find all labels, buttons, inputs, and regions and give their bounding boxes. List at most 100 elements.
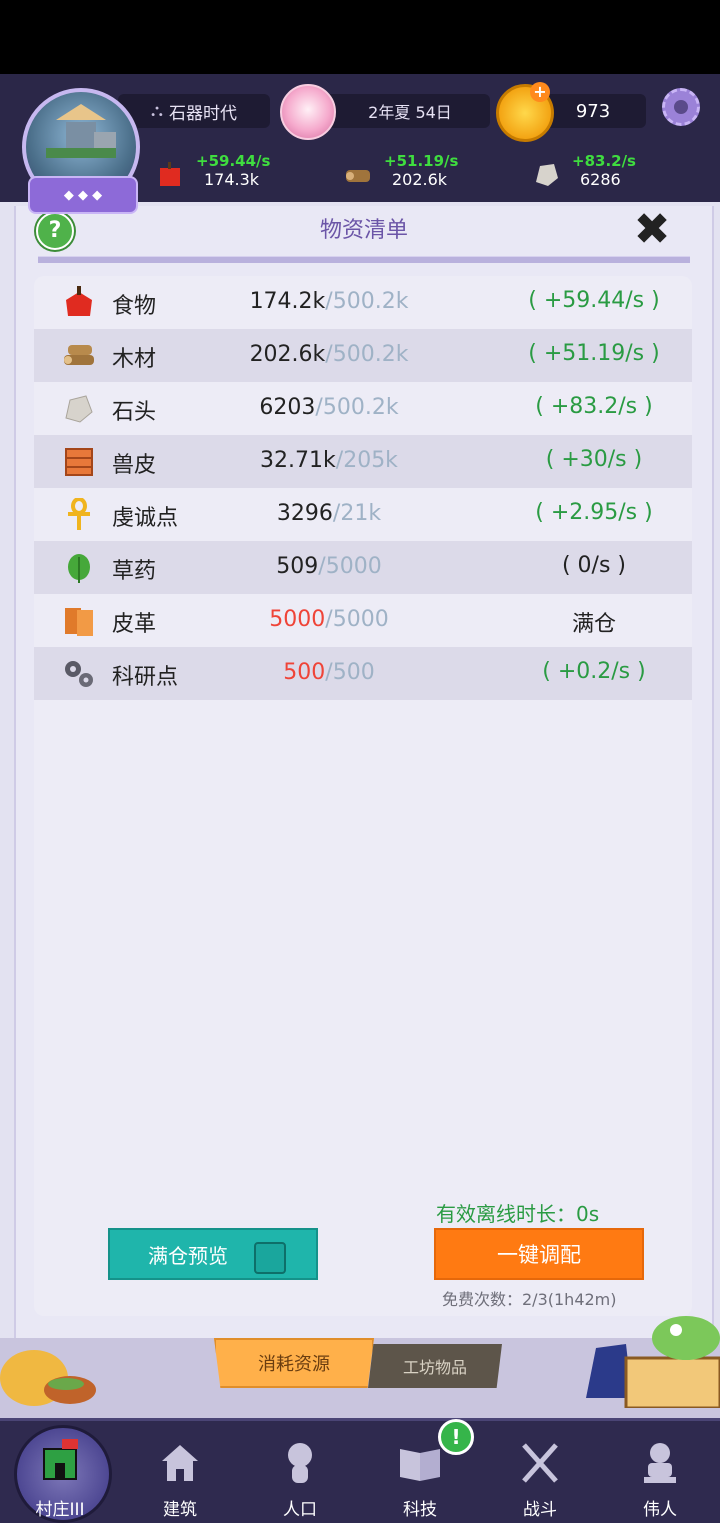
hud-food-rate: +59.44/s — [196, 152, 271, 170]
resource-name: 科研点 — [112, 665, 179, 690]
offline-duration: 有效离线时长：0s — [436, 1202, 600, 1226]
resource-cap: /5000 — [318, 554, 382, 579]
resource-row-food: 食物 174.2k/500.2k ( +59.44/s ) — [34, 276, 692, 329]
resource-rate: 满仓 — [571, 612, 616, 637]
wood-icon — [346, 170, 370, 182]
tab-bar: 消耗资源 工坊物品 — [0, 1316, 720, 1418]
full-preview-button[interactable]: 满仓预览 — [108, 1228, 318, 1280]
resource-current: 32.71k — [260, 448, 336, 473]
coin-count: 973 — [575, 100, 611, 122]
resource-cap: /500.2k — [325, 289, 409, 314]
resource-row-hide: 兽皮 32.71k/205k ( +30/s ) — [34, 435, 692, 488]
book-icon — [400, 1449, 440, 1481]
one-click-dispatch-button[interactable]: 一键调配 — [434, 1228, 644, 1280]
resource-rate: ( +0.2/s ) — [542, 659, 646, 684]
hud-food-amount: 174.3k — [204, 170, 260, 189]
nav-village[interactable]: 村庄III — [0, 1421, 120, 1523]
hud-resource-stone[interactable]: +83.2/s 6286 — [526, 150, 706, 196]
hud-resource-wood[interactable]: +51.19/s 202.6k — [338, 150, 518, 196]
resource-row-stone: 石头 6203/500.2k ( +83.2/s ) — [34, 382, 692, 435]
person-icon — [288, 1443, 312, 1483]
dispatch-label: 一键调配 — [497, 1243, 581, 1267]
resource-rate: ( +83.2/s ) — [535, 394, 653, 419]
resource-amount: 500/500 — [224, 660, 434, 685]
nav-great-people[interactable]: 伟人 — [600, 1421, 720, 1523]
technology-alert-badge: ! — [438, 1419, 474, 1455]
hud-stone-rate: +83.2/s — [572, 152, 636, 170]
status-bar — [0, 0, 720, 74]
resource-amount: 3296/21k — [224, 501, 434, 526]
nav-label: 人口 — [283, 1500, 317, 1520]
resource-name: 虔诚点 — [112, 506, 179, 531]
apple-icon — [160, 162, 180, 186]
resource-table: 食物 174.2k/500.2k ( +59.44/s ) 木材 202.6k/… — [34, 276, 692, 1316]
resource-name: 草药 — [112, 559, 157, 584]
inventory-panel: ? 物资清单 ✖ 食物 174.2k/500.2k ( +59.44/s ) 木… — [14, 206, 714, 1338]
nav-label: 科技 — [403, 1500, 437, 1520]
resource-amount: 5000/5000 — [224, 607, 434, 632]
nav-label: 建筑 — [163, 1500, 197, 1520]
treasure-pile-icon — [0, 1350, 96, 1406]
top-hud: ◆ ◆ ◆ ⛬ 石器时代 2年夏 54日 + 973 +59.44/s 174.… — [0, 74, 720, 214]
village-avatar[interactable]: ◆ ◆ ◆ — [22, 88, 140, 214]
wood-icon — [64, 345, 94, 365]
hud-resource-food[interactable]: +59.44/s 174.3k — [150, 150, 330, 196]
date-label: 2年夏 54日 — [368, 103, 452, 122]
resource-rate: ( +59.44/s ) — [528, 288, 660, 313]
resource-amount: 32.71k/205k — [224, 448, 434, 473]
resource-cap: /500.2k — [315, 395, 399, 420]
hud-wood-rate: +51.19/s — [384, 152, 459, 170]
resource-name: 兽皮 — [112, 453, 157, 478]
resource-name: 皮革 — [112, 612, 157, 637]
panel-title: 物资清单 — [319, 218, 408, 243]
stone-icon — [536, 164, 558, 186]
hud-wood-amount: 202.6k — [392, 170, 448, 189]
lotus-icon[interactable] — [280, 84, 336, 140]
resource-name: 食物 — [112, 294, 157, 319]
tab-workshop-label: 工坊物品 — [402, 1358, 467, 1377]
nav-label: 村庄III — [35, 1500, 85, 1520]
stone-icon — [65, 395, 93, 423]
bust-icon — [644, 1443, 676, 1483]
tab-consume-label: 消耗资源 — [258, 1354, 330, 1375]
resource-amount: 174.2k/500.2k — [224, 289, 434, 314]
resource-current: 500 — [283, 660, 326, 685]
resource-cap: /21k — [332, 501, 382, 526]
tab-workshop-items[interactable]: 工坊物品 — [368, 1344, 502, 1388]
resource-current: 202.6k — [249, 342, 326, 367]
herb-icon — [68, 554, 90, 583]
nav-buildings[interactable]: 建筑 — [120, 1421, 240, 1523]
full-preview-checkbox[interactable] — [254, 1242, 286, 1274]
resource-cap: /5000 — [325, 607, 389, 632]
nav-population[interactable]: 人口 — [240, 1421, 360, 1523]
hide-icon — [65, 448, 93, 476]
apple-icon — [66, 286, 92, 316]
settings-gear-icon[interactable] — [662, 88, 700, 126]
leather-icon — [65, 608, 93, 636]
resource-cap: /205k — [335, 448, 398, 473]
resource-current: 3296 — [276, 501, 333, 526]
close-button[interactable]: ✖ — [630, 208, 674, 252]
resource-current: 174.2k — [249, 289, 326, 314]
gears-icon — [65, 661, 93, 687]
add-coin-icon[interactable]: + — [530, 82, 550, 102]
resource-row-piety: 虔诚点 3296/21k ( +2.95/s ) — [34, 488, 692, 541]
tab-consume-resources[interactable]: 消耗资源 — [214, 1338, 374, 1388]
resource-amount: 202.6k/500.2k — [224, 342, 434, 367]
resource-amount: 509/5000 — [224, 554, 434, 579]
nav-label: 伟人 — [643, 1500, 677, 1520]
avatar-ribbon: ◆ ◆ ◆ — [28, 176, 138, 214]
hud-stone-amount: 6286 — [580, 170, 621, 189]
ankh-icon — [68, 498, 90, 530]
era-pill[interactable]: ⛬ 石器时代 — [118, 94, 270, 128]
resource-row-leather: 皮革 5000/5000 满仓 — [34, 594, 692, 647]
resource-rate: ( 0/s ) — [561, 553, 627, 578]
resource-row-research: 科研点 500/500 ( +0.2/s ) — [34, 647, 692, 700]
resource-name: 石头 — [112, 400, 157, 425]
nav-battle[interactable]: 战斗 — [480, 1421, 600, 1523]
resource-amount: 6203/500.2k — [224, 395, 434, 420]
resource-rate: ( +30/s ) — [545, 447, 643, 472]
resource-row-herb: 草药 509/5000 ( 0/s ) — [34, 541, 692, 594]
resource-current: 6203 — [259, 395, 316, 420]
resource-rate: ( +51.19/s ) — [528, 341, 660, 366]
